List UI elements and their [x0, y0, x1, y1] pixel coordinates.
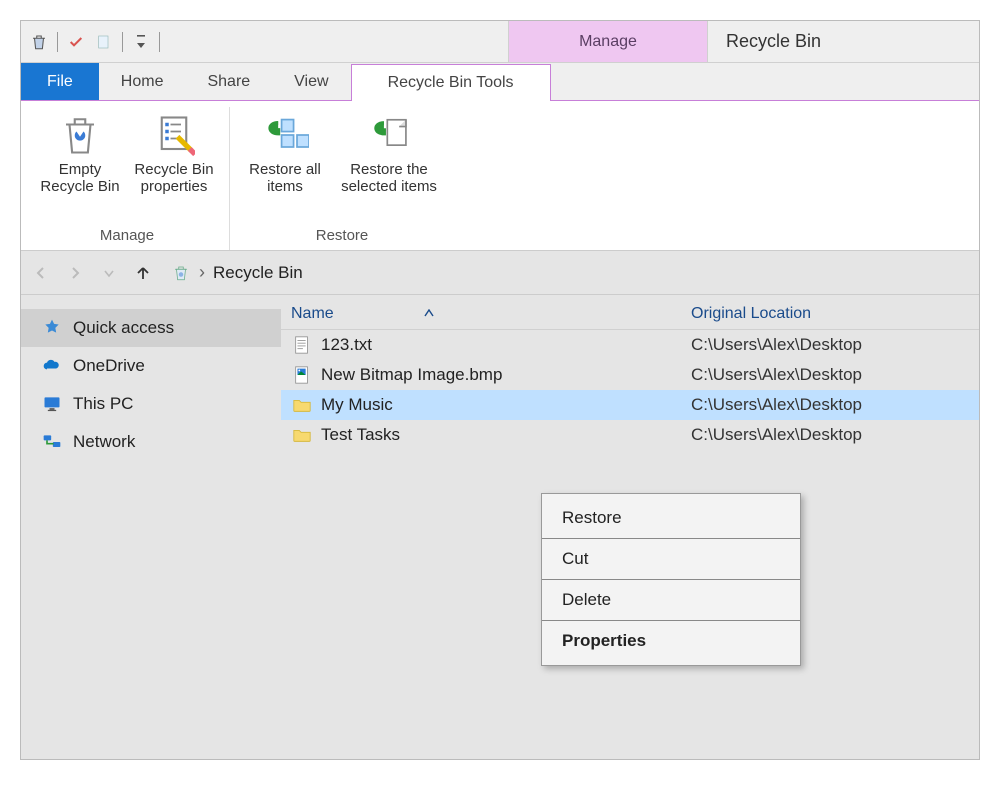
- empty-recycle-bin-label: Empty Recycle Bin: [37, 161, 123, 196]
- explorer-window: Manage Recycle Bin File Home Share View …: [20, 20, 980, 760]
- cloud-icon: [41, 355, 63, 377]
- column-header-location-label: Original Location: [691, 305, 811, 322]
- file-name-label: Test Tasks: [321, 425, 400, 445]
- context-menu-delete-label: Delete: [562, 590, 611, 609]
- context-menu-properties-label: Properties: [562, 631, 646, 650]
- file-row[interactable]: My Music C:\Users\Alex\Desktop: [281, 390, 979, 420]
- nav-back-button[interactable]: [27, 259, 55, 287]
- network-icon: [41, 431, 63, 453]
- folder-icon: [291, 394, 313, 416]
- explorer-body: Quick access OneDrive This PC Network: [21, 295, 979, 759]
- sort-ascending-icon: [424, 308, 434, 320]
- tab-share[interactable]: Share: [185, 63, 272, 100]
- tab-file-label: File: [47, 73, 73, 91]
- properties-sheet-icon: [150, 111, 198, 159]
- file-name-label: 123.txt: [321, 335, 372, 355]
- tab-home[interactable]: Home: [99, 63, 186, 100]
- folder-icon: [291, 424, 313, 446]
- nav-up-button[interactable]: [129, 259, 157, 287]
- window-title-text: Recycle Bin: [726, 31, 821, 52]
- tab-view[interactable]: View: [272, 63, 350, 100]
- sidebar-item-label: Network: [73, 432, 135, 452]
- file-name-label: New Bitmap Image.bmp: [321, 365, 502, 385]
- sidebar-item-network[interactable]: Network: [21, 423, 281, 461]
- ribbon: Empty Recycle Bin Recycle Bin properties…: [21, 101, 979, 251]
- file-location-label: C:\Users\Alex\Desktop: [691, 425, 969, 445]
- restore-selected-items-button[interactable]: Restore the selected items: [334, 107, 444, 223]
- tab-file[interactable]: File: [21, 63, 99, 100]
- sidebar-item-quick-access[interactable]: Quick access: [21, 309, 281, 347]
- nav-forward-button[interactable]: [61, 259, 89, 287]
- sidebar-item-label: OneDrive: [73, 356, 145, 376]
- column-headers: Name Original Location: [281, 299, 979, 330]
- monitor-icon: [41, 393, 63, 415]
- star-pin-icon: [41, 317, 63, 339]
- restore-all-items-label: Restore all items: [242, 161, 328, 196]
- empty-recycle-bin-button[interactable]: Empty Recycle Bin: [35, 107, 125, 223]
- context-menu-restore[interactable]: Restore: [542, 498, 800, 539]
- nav-recent-dropdown[interactable]: [95, 259, 123, 287]
- restore-all-items-button[interactable]: Restore all items: [240, 107, 330, 223]
- titlebar: Manage Recycle Bin: [21, 21, 979, 63]
- context-menu-cut[interactable]: Cut: [542, 539, 800, 580]
- address-bar: › Recycle Bin: [21, 251, 979, 295]
- file-row[interactable]: New Bitmap Image.bmp C:\Users\Alex\Deskt…: [281, 360, 979, 390]
- tab-share-label: Share: [207, 73, 250, 91]
- sidebar-item-label: Quick access: [73, 318, 174, 338]
- ribbon-group-restore: Restore all items Restore the selected i…: [230, 107, 454, 250]
- file-location-label: C:\Users\Alex\Desktop: [691, 365, 969, 385]
- context-menu-cut-label: Cut: [562, 549, 588, 568]
- context-menu-properties[interactable]: Properties: [542, 621, 800, 661]
- image-file-icon: [291, 364, 313, 386]
- breadcrumb-sep: ›: [199, 262, 205, 283]
- contextual-tab-header-label: Manage: [579, 33, 637, 51]
- context-menu: Restore Cut Delete Properties: [541, 493, 801, 666]
- recycle-bin-properties-button[interactable]: Recycle Bin properties: [129, 107, 219, 223]
- context-menu-restore-label: Restore: [562, 508, 622, 527]
- breadcrumb[interactable]: › Recycle Bin: [163, 260, 311, 285]
- sidebar-item-onedrive[interactable]: OneDrive: [21, 347, 281, 385]
- ribbon-group-manage-label: Manage: [100, 223, 154, 250]
- file-location-label: C:\Users\Alex\Desktop: [691, 395, 969, 415]
- context-menu-delete[interactable]: Delete: [542, 580, 800, 621]
- recycle-bin-icon[interactable]: [27, 30, 51, 54]
- file-list: 123.txt C:\Users\Alex\Desktop New Bitmap…: [281, 330, 979, 450]
- window-title: Recycle Bin: [708, 21, 979, 62]
- sidebar-item-label: This PC: [73, 394, 133, 414]
- ribbon-group-restore-label: Restore: [316, 223, 369, 250]
- column-header-name-label: Name: [291, 305, 334, 323]
- column-header-original-location[interactable]: Original Location: [691, 305, 969, 323]
- quick-access-toolbar: [21, 21, 168, 62]
- ribbon-tabs: File Home Share View Recycle Bin Tools: [21, 63, 979, 101]
- tab-recycle-bin-tools[interactable]: Recycle Bin Tools: [351, 64, 551, 101]
- ribbon-group-manage: Empty Recycle Bin Recycle Bin properties…: [25, 107, 230, 250]
- restore-selected-items-label: Restore the selected items: [336, 161, 442, 196]
- qat-dropdown-icon[interactable]: [129, 30, 153, 54]
- file-location-label: C:\Users\Alex\Desktop: [691, 335, 969, 355]
- recycle-bin-empty-icon: [56, 111, 104, 159]
- column-header-name[interactable]: Name: [291, 305, 691, 323]
- tab-recycle-label: Recycle Bin Tools: [388, 74, 514, 92]
- breadcrumb-location: Recycle Bin: [213, 263, 303, 283]
- navigation-pane: Quick access OneDrive This PC Network: [21, 295, 281, 759]
- recycle-bin-icon: [171, 263, 191, 283]
- restore-all-icon: [261, 111, 309, 159]
- recycle-bin-properties-label: Recycle Bin properties: [131, 161, 217, 196]
- restore-selected-icon: [365, 111, 413, 159]
- file-row[interactable]: Test Tasks C:\Users\Alex\Desktop: [281, 420, 979, 450]
- file-name-label: My Music: [321, 395, 393, 415]
- properties-check-icon[interactable]: [64, 30, 88, 54]
- text-file-icon: [291, 334, 313, 356]
- tab-home-label: Home: [121, 73, 164, 91]
- file-row[interactable]: 123.txt C:\Users\Alex\Desktop: [281, 330, 979, 360]
- contextual-tab-header: Manage: [508, 21, 708, 62]
- tab-view-label: View: [294, 73, 328, 91]
- new-blank-icon[interactable]: [92, 30, 116, 54]
- sidebar-item-this-pc[interactable]: This PC: [21, 385, 281, 423]
